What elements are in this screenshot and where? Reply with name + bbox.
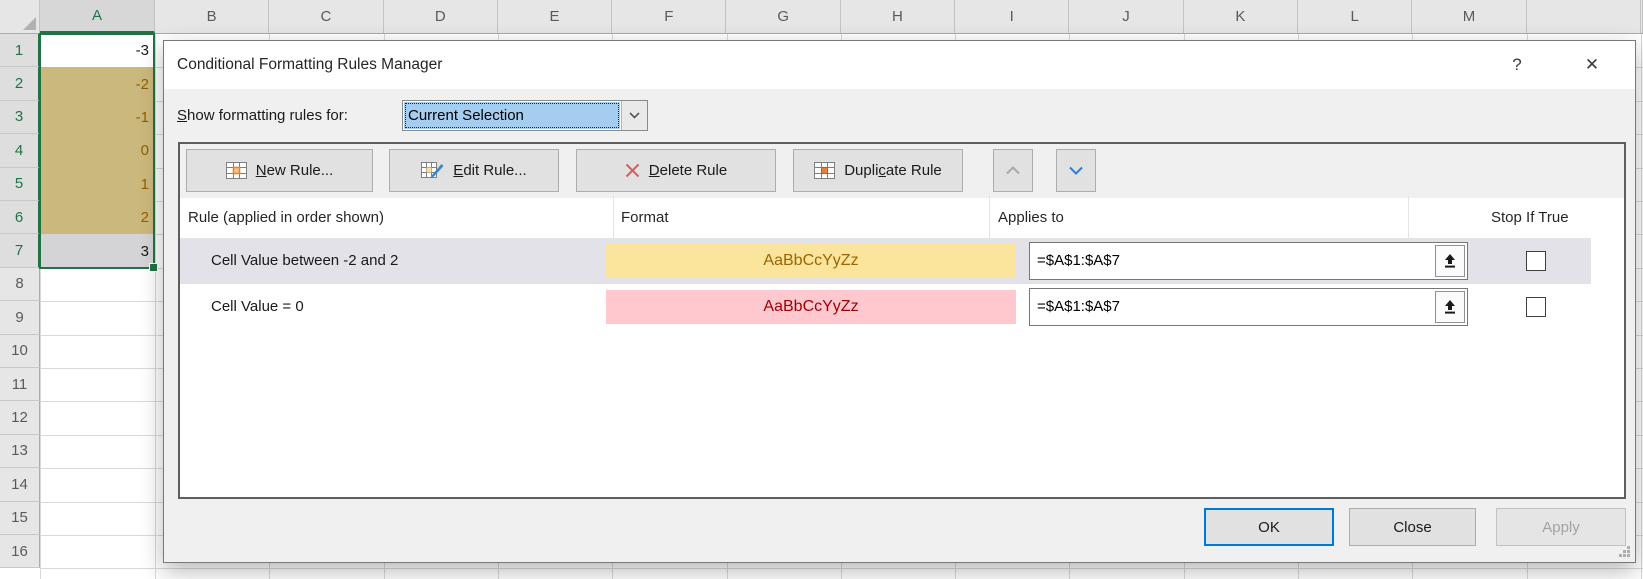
column-header-I[interactable]: I — [955, 0, 1069, 33]
move-rule-down-button[interactable] — [1056, 149, 1096, 192]
row-header-5[interactable]: 5 — [0, 168, 40, 201]
row-header-13[interactable]: 13 — [0, 435, 40, 468]
column-header-K[interactable]: K — [1184, 0, 1298, 33]
stop-if-true-checkbox[interactable] — [1526, 297, 1546, 317]
row-header-16[interactable]: 16 — [0, 535, 40, 568]
column-header-B[interactable]: B — [155, 0, 269, 33]
collapse-dialog-button[interactable] — [1435, 291, 1465, 323]
column-header-H[interactable]: H — [841, 0, 955, 33]
gridline — [1641, 34, 1642, 579]
column-header-L[interactable]: L — [1298, 0, 1412, 33]
move-rule-up-button[interactable] — [993, 149, 1033, 192]
cell-A7[interactable]: 3 — [41, 234, 154, 267]
duplicate-rule-label: Duplicate Rule — [844, 162, 942, 179]
column-divider — [1408, 196, 1409, 238]
apply-button: Apply — [1496, 508, 1626, 546]
dropdown-arrow-button[interactable] — [621, 101, 647, 130]
chevron-up-icon — [1005, 166, 1021, 175]
row-header-6[interactable]: 6 — [0, 201, 40, 234]
show-rules-dropdown[interactable]: Current Selection — [402, 100, 648, 131]
format-preview: AaBbCcYyZz — [606, 290, 1016, 324]
close-button[interactable]: Close — [1349, 508, 1476, 546]
applies-to-value: =$A$1:$A$7 — [1030, 243, 1433, 279]
row-header-14[interactable]: 14 — [0, 468, 40, 501]
chevron-down-icon — [1068, 166, 1084, 175]
collapse-dialog-button[interactable] — [1435, 245, 1465, 277]
new-rule-icon — [226, 162, 247, 179]
column-divider — [613, 196, 614, 238]
cell-A6[interactable]: 2 — [41, 201, 154, 234]
rule-description: Cell Value between -2 and 2 — [211, 238, 398, 284]
ok-button[interactable]: OK — [1204, 508, 1334, 546]
column-header-stop-if-true: Stop If True — [1491, 198, 1569, 238]
row-header-8[interactable]: 8 — [0, 268, 40, 301]
new-rule-button[interactable]: New Rule... — [186, 149, 373, 192]
cell-A5[interactable]: 1 — [41, 168, 154, 201]
cell-A3[interactable]: -1 — [41, 101, 154, 134]
row-header-4[interactable]: 4 — [0, 134, 40, 167]
edit-rule-label: Edit Rule... — [453, 162, 526, 179]
help-button[interactable]: ? — [1502, 41, 1532, 89]
duplicate-rule-icon — [814, 162, 835, 179]
close-dialog-button[interactable]: ✕ — [1575, 41, 1609, 89]
column-header-G[interactable]: G — [727, 0, 841, 33]
conditional-formatting-rules-manager-dialog: Conditional Formatting Rules Manager ? ✕… — [163, 40, 1636, 563]
duplicate-rule-button[interactable]: Duplicate Rule — [793, 149, 963, 192]
gridline — [40, 568, 1643, 569]
rule-row-2[interactable]: Cell Value = 0 AaBbCcYyZz =$A$1:$A$7 — [180, 284, 1591, 330]
cell-A1[interactable]: -3 — [41, 34, 154, 67]
column-divider — [989, 196, 990, 238]
column-header-F[interactable]: F — [612, 0, 726, 33]
row-header-11[interactable]: 11 — [0, 368, 40, 401]
applies-to-field[interactable]: =$A$1:$A$7 — [1029, 288, 1468, 326]
rule-row-1[interactable]: Cell Value between -2 and 2 AaBbCcYyZz =… — [180, 238, 1591, 284]
cell-A4[interactable]: 0 — [41, 134, 154, 167]
excel-window: ABCDEFGHIJKLM 12345678910111213141516 -3… — [0, 0, 1643, 579]
chevron-down-icon — [629, 112, 640, 119]
resize-grip[interactable] — [1616, 543, 1631, 558]
column-header-D[interactable]: D — [384, 0, 498, 33]
dialog-title: Conditional Formatting Rules Manager — [177, 41, 442, 89]
delete-rule-label: Delete Rule — [649, 162, 727, 179]
collapse-range-icon — [1443, 299, 1457, 315]
select-all-corner[interactable] — [0, 0, 40, 33]
delete-rule-button[interactable]: Delete Rule — [576, 149, 776, 192]
gridline — [155, 34, 156, 579]
collapse-range-icon — [1443, 253, 1457, 269]
close-icon: ✕ — [1585, 55, 1599, 75]
applies-to-value: =$A$1:$A$7 — [1030, 289, 1433, 325]
cell-A2[interactable]: -2 — [41, 67, 154, 100]
column-header-J[interactable]: J — [1069, 0, 1183, 33]
row-header-9[interactable]: 9 — [0, 301, 40, 334]
row-header-2[interactable]: 2 — [0, 67, 40, 100]
column-header-M[interactable]: M — [1412, 0, 1526, 33]
stop-if-true-checkbox[interactable] — [1526, 251, 1546, 271]
row-header-12[interactable]: 12 — [0, 401, 40, 434]
row-header-7[interactable]: 7 — [0, 234, 40, 267]
row-header-15[interactable]: 15 — [0, 502, 40, 535]
select-all-triangle-icon — [23, 17, 36, 30]
show-rules-label: Show formatting rules for: — [177, 100, 348, 131]
edit-rule-button[interactable]: Edit Rule... — [389, 149, 559, 192]
column-header-blank[interactable] — [1527, 0, 1641, 33]
applies-to-field[interactable]: =$A$1:$A$7 — [1029, 242, 1468, 280]
rules-list-box: New Rule... Edit Rule... Delete Rule Dup… — [178, 142, 1626, 499]
row-header-10[interactable]: 10 — [0, 335, 40, 368]
column-header-format: Format — [621, 198, 669, 238]
rule-description: Cell Value = 0 — [211, 284, 304, 330]
new-rule-label: New Rule... — [256, 162, 334, 179]
row-header-1[interactable]: 1 — [0, 34, 40, 67]
delete-rule-icon — [625, 163, 640, 178]
help-icon: ? — [1512, 55, 1521, 75]
column-header-applies-to: Applies to — [998, 198, 1064, 238]
column-header-C[interactable]: C — [269, 0, 383, 33]
show-rules-dropdown-value: Current Selection — [404, 102, 620, 129]
edit-rule-icon — [421, 162, 444, 180]
row-header-3[interactable]: 3 — [0, 101, 40, 134]
column-header-A[interactable]: A — [40, 0, 155, 33]
column-header-rule: Rule (applied in order shown) — [188, 198, 384, 238]
format-preview: AaBbCcYyZz — [606, 244, 1016, 278]
column-header-E[interactable]: E — [498, 0, 612, 33]
